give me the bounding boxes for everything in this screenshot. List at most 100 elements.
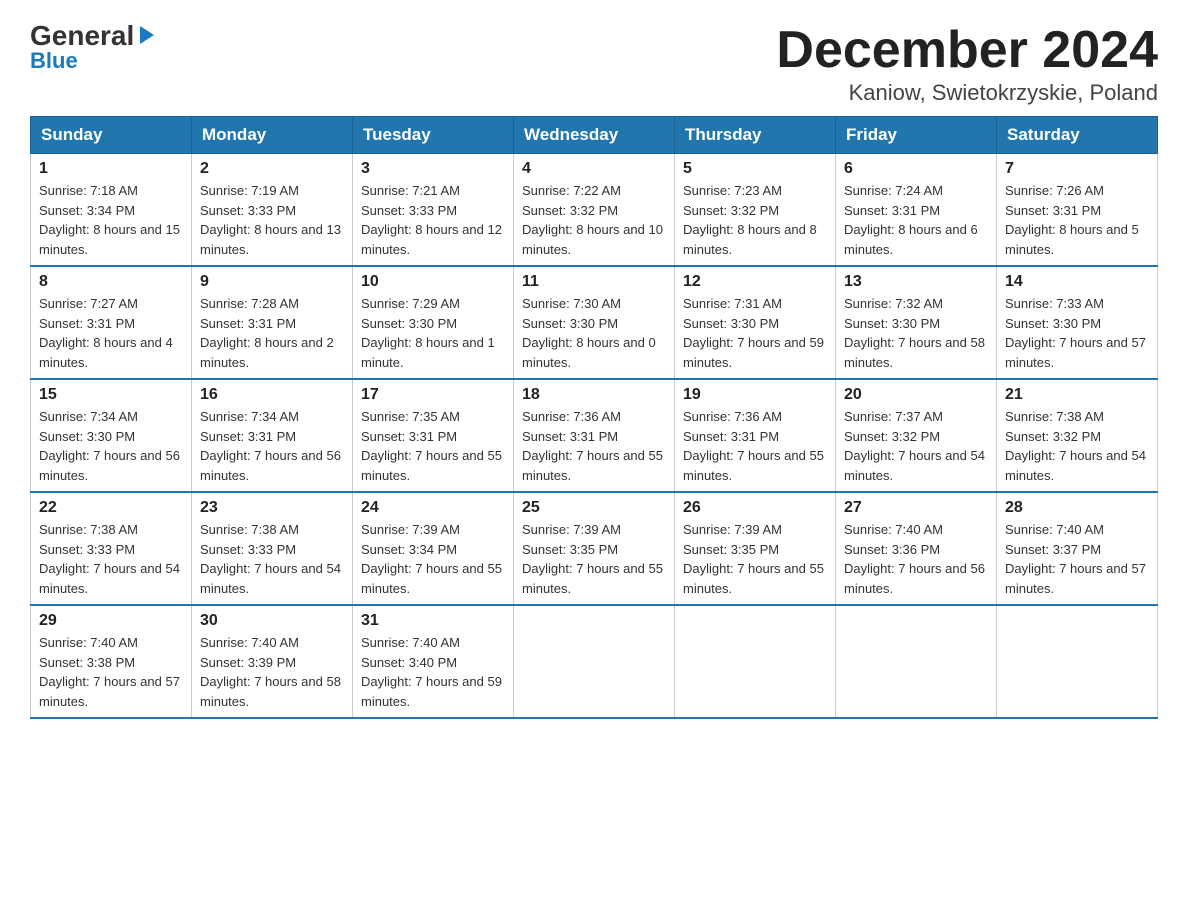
calendar-cell: 1 Sunrise: 7:18 AMSunset: 3:34 PMDayligh… [31,154,192,267]
calendar-week-row: 22 Sunrise: 7:38 AMSunset: 3:33 PMDaylig… [31,492,1158,605]
calendar-cell: 18 Sunrise: 7:36 AMSunset: 3:31 PMDaylig… [514,379,675,492]
day-info: Sunrise: 7:32 AMSunset: 3:30 PMDaylight:… [844,296,985,370]
day-number: 30 [200,612,344,630]
calendar-header-row: SundayMondayTuesdayWednesdayThursdayFrid… [31,117,1158,154]
calendar-cell: 19 Sunrise: 7:36 AMSunset: 3:31 PMDaylig… [675,379,836,492]
calendar-cell [836,605,997,718]
calendar-cell: 22 Sunrise: 7:38 AMSunset: 3:33 PMDaylig… [31,492,192,605]
day-info: Sunrise: 7:36 AMSunset: 3:31 PMDaylight:… [522,409,663,483]
day-number: 8 [39,273,183,291]
day-number: 22 [39,499,183,517]
day-info: Sunrise: 7:29 AMSunset: 3:30 PMDaylight:… [361,296,495,370]
day-number: 20 [844,386,988,404]
location: Kaniow, Swietokrzyskie, Poland [776,80,1158,106]
day-number: 9 [200,273,344,291]
calendar-week-row: 1 Sunrise: 7:18 AMSunset: 3:34 PMDayligh… [31,154,1158,267]
day-info: Sunrise: 7:28 AMSunset: 3:31 PMDaylight:… [200,296,334,370]
day-info: Sunrise: 7:22 AMSunset: 3:32 PMDaylight:… [522,183,663,257]
day-info: Sunrise: 7:38 AMSunset: 3:33 PMDaylight:… [39,522,180,596]
calendar-cell: 9 Sunrise: 7:28 AMSunset: 3:31 PMDayligh… [192,266,353,379]
day-info: Sunrise: 7:38 AMSunset: 3:32 PMDaylight:… [1005,409,1146,483]
day-number: 12 [683,273,827,291]
day-number: 13 [844,273,988,291]
day-number: 24 [361,499,505,517]
calendar-cell: 7 Sunrise: 7:26 AMSunset: 3:31 PMDayligh… [997,154,1158,267]
day-number: 27 [844,499,988,517]
calendar-cell: 10 Sunrise: 7:29 AMSunset: 3:30 PMDaylig… [353,266,514,379]
col-header-saturday: Saturday [997,117,1158,154]
logo: General Blue [30,20,158,74]
calendar-cell: 28 Sunrise: 7:40 AMSunset: 3:37 PMDaylig… [997,492,1158,605]
col-header-sunday: Sunday [31,117,192,154]
col-header-monday: Monday [192,117,353,154]
day-info: Sunrise: 7:40 AMSunset: 3:38 PMDaylight:… [39,635,180,709]
day-number: 4 [522,160,666,178]
day-number: 1 [39,160,183,178]
day-number: 21 [1005,386,1149,404]
day-number: 5 [683,160,827,178]
day-number: 2 [200,160,344,178]
day-number: 6 [844,160,988,178]
day-info: Sunrise: 7:27 AMSunset: 3:31 PMDaylight:… [39,296,173,370]
day-number: 28 [1005,499,1149,517]
calendar-cell: 6 Sunrise: 7:24 AMSunset: 3:31 PMDayligh… [836,154,997,267]
month-title: December 2024 [776,20,1158,80]
calendar-cell: 21 Sunrise: 7:38 AMSunset: 3:32 PMDaylig… [997,379,1158,492]
calendar-cell: 14 Sunrise: 7:33 AMSunset: 3:30 PMDaylig… [997,266,1158,379]
calendar-cell: 27 Sunrise: 7:40 AMSunset: 3:36 PMDaylig… [836,492,997,605]
day-number: 23 [200,499,344,517]
day-number: 17 [361,386,505,404]
calendar-cell: 8 Sunrise: 7:27 AMSunset: 3:31 PMDayligh… [31,266,192,379]
col-header-wednesday: Wednesday [514,117,675,154]
day-info: Sunrise: 7:37 AMSunset: 3:32 PMDaylight:… [844,409,985,483]
calendar-cell: 31 Sunrise: 7:40 AMSunset: 3:40 PMDaylig… [353,605,514,718]
calendar-cell: 30 Sunrise: 7:40 AMSunset: 3:39 PMDaylig… [192,605,353,718]
day-info: Sunrise: 7:39 AMSunset: 3:34 PMDaylight:… [361,522,502,596]
day-info: Sunrise: 7:33 AMSunset: 3:30 PMDaylight:… [1005,296,1146,370]
calendar-cell: 26 Sunrise: 7:39 AMSunset: 3:35 PMDaylig… [675,492,836,605]
day-number: 7 [1005,160,1149,178]
title-block: December 2024 Kaniow, Swietokrzyskie, Po… [776,20,1158,106]
day-info: Sunrise: 7:21 AMSunset: 3:33 PMDaylight:… [361,183,502,257]
col-header-tuesday: Tuesday [353,117,514,154]
day-info: Sunrise: 7:30 AMSunset: 3:30 PMDaylight:… [522,296,656,370]
calendar-week-row: 15 Sunrise: 7:34 AMSunset: 3:30 PMDaylig… [31,379,1158,492]
day-info: Sunrise: 7:19 AMSunset: 3:33 PMDaylight:… [200,183,341,257]
day-info: Sunrise: 7:34 AMSunset: 3:30 PMDaylight:… [39,409,180,483]
day-info: Sunrise: 7:40 AMSunset: 3:37 PMDaylight:… [1005,522,1146,596]
page-header: General Blue December 2024 Kaniow, Swiet… [30,20,1158,106]
day-number: 26 [683,499,827,517]
calendar-week-row: 29 Sunrise: 7:40 AMSunset: 3:38 PMDaylig… [31,605,1158,718]
day-number: 11 [522,273,666,291]
day-number: 10 [361,273,505,291]
day-info: Sunrise: 7:36 AMSunset: 3:31 PMDaylight:… [683,409,824,483]
calendar-cell: 16 Sunrise: 7:34 AMSunset: 3:31 PMDaylig… [192,379,353,492]
calendar-week-row: 8 Sunrise: 7:27 AMSunset: 3:31 PMDayligh… [31,266,1158,379]
calendar-cell: 3 Sunrise: 7:21 AMSunset: 3:33 PMDayligh… [353,154,514,267]
day-info: Sunrise: 7:39 AMSunset: 3:35 PMDaylight:… [522,522,663,596]
calendar-cell: 4 Sunrise: 7:22 AMSunset: 3:32 PMDayligh… [514,154,675,267]
calendar-cell: 11 Sunrise: 7:30 AMSunset: 3:30 PMDaylig… [514,266,675,379]
calendar-cell: 17 Sunrise: 7:35 AMSunset: 3:31 PMDaylig… [353,379,514,492]
day-info: Sunrise: 7:39 AMSunset: 3:35 PMDaylight:… [683,522,824,596]
day-info: Sunrise: 7:35 AMSunset: 3:31 PMDaylight:… [361,409,502,483]
calendar-cell: 15 Sunrise: 7:34 AMSunset: 3:30 PMDaylig… [31,379,192,492]
day-number: 15 [39,386,183,404]
calendar-cell: 12 Sunrise: 7:31 AMSunset: 3:30 PMDaylig… [675,266,836,379]
day-info: Sunrise: 7:26 AMSunset: 3:31 PMDaylight:… [1005,183,1139,257]
calendar-cell: 2 Sunrise: 7:19 AMSunset: 3:33 PMDayligh… [192,154,353,267]
logo-icon [136,24,158,46]
day-info: Sunrise: 7:34 AMSunset: 3:31 PMDaylight:… [200,409,341,483]
col-header-friday: Friday [836,117,997,154]
day-number: 25 [522,499,666,517]
day-number: 29 [39,612,183,630]
day-number: 18 [522,386,666,404]
calendar-cell: 5 Sunrise: 7:23 AMSunset: 3:32 PMDayligh… [675,154,836,267]
day-number: 19 [683,386,827,404]
day-info: Sunrise: 7:24 AMSunset: 3:31 PMDaylight:… [844,183,978,257]
calendar-cell: 23 Sunrise: 7:38 AMSunset: 3:33 PMDaylig… [192,492,353,605]
calendar-table: SundayMondayTuesdayWednesdayThursdayFrid… [30,116,1158,719]
day-info: Sunrise: 7:40 AMSunset: 3:40 PMDaylight:… [361,635,502,709]
calendar-cell: 20 Sunrise: 7:37 AMSunset: 3:32 PMDaylig… [836,379,997,492]
calendar-cell [997,605,1158,718]
